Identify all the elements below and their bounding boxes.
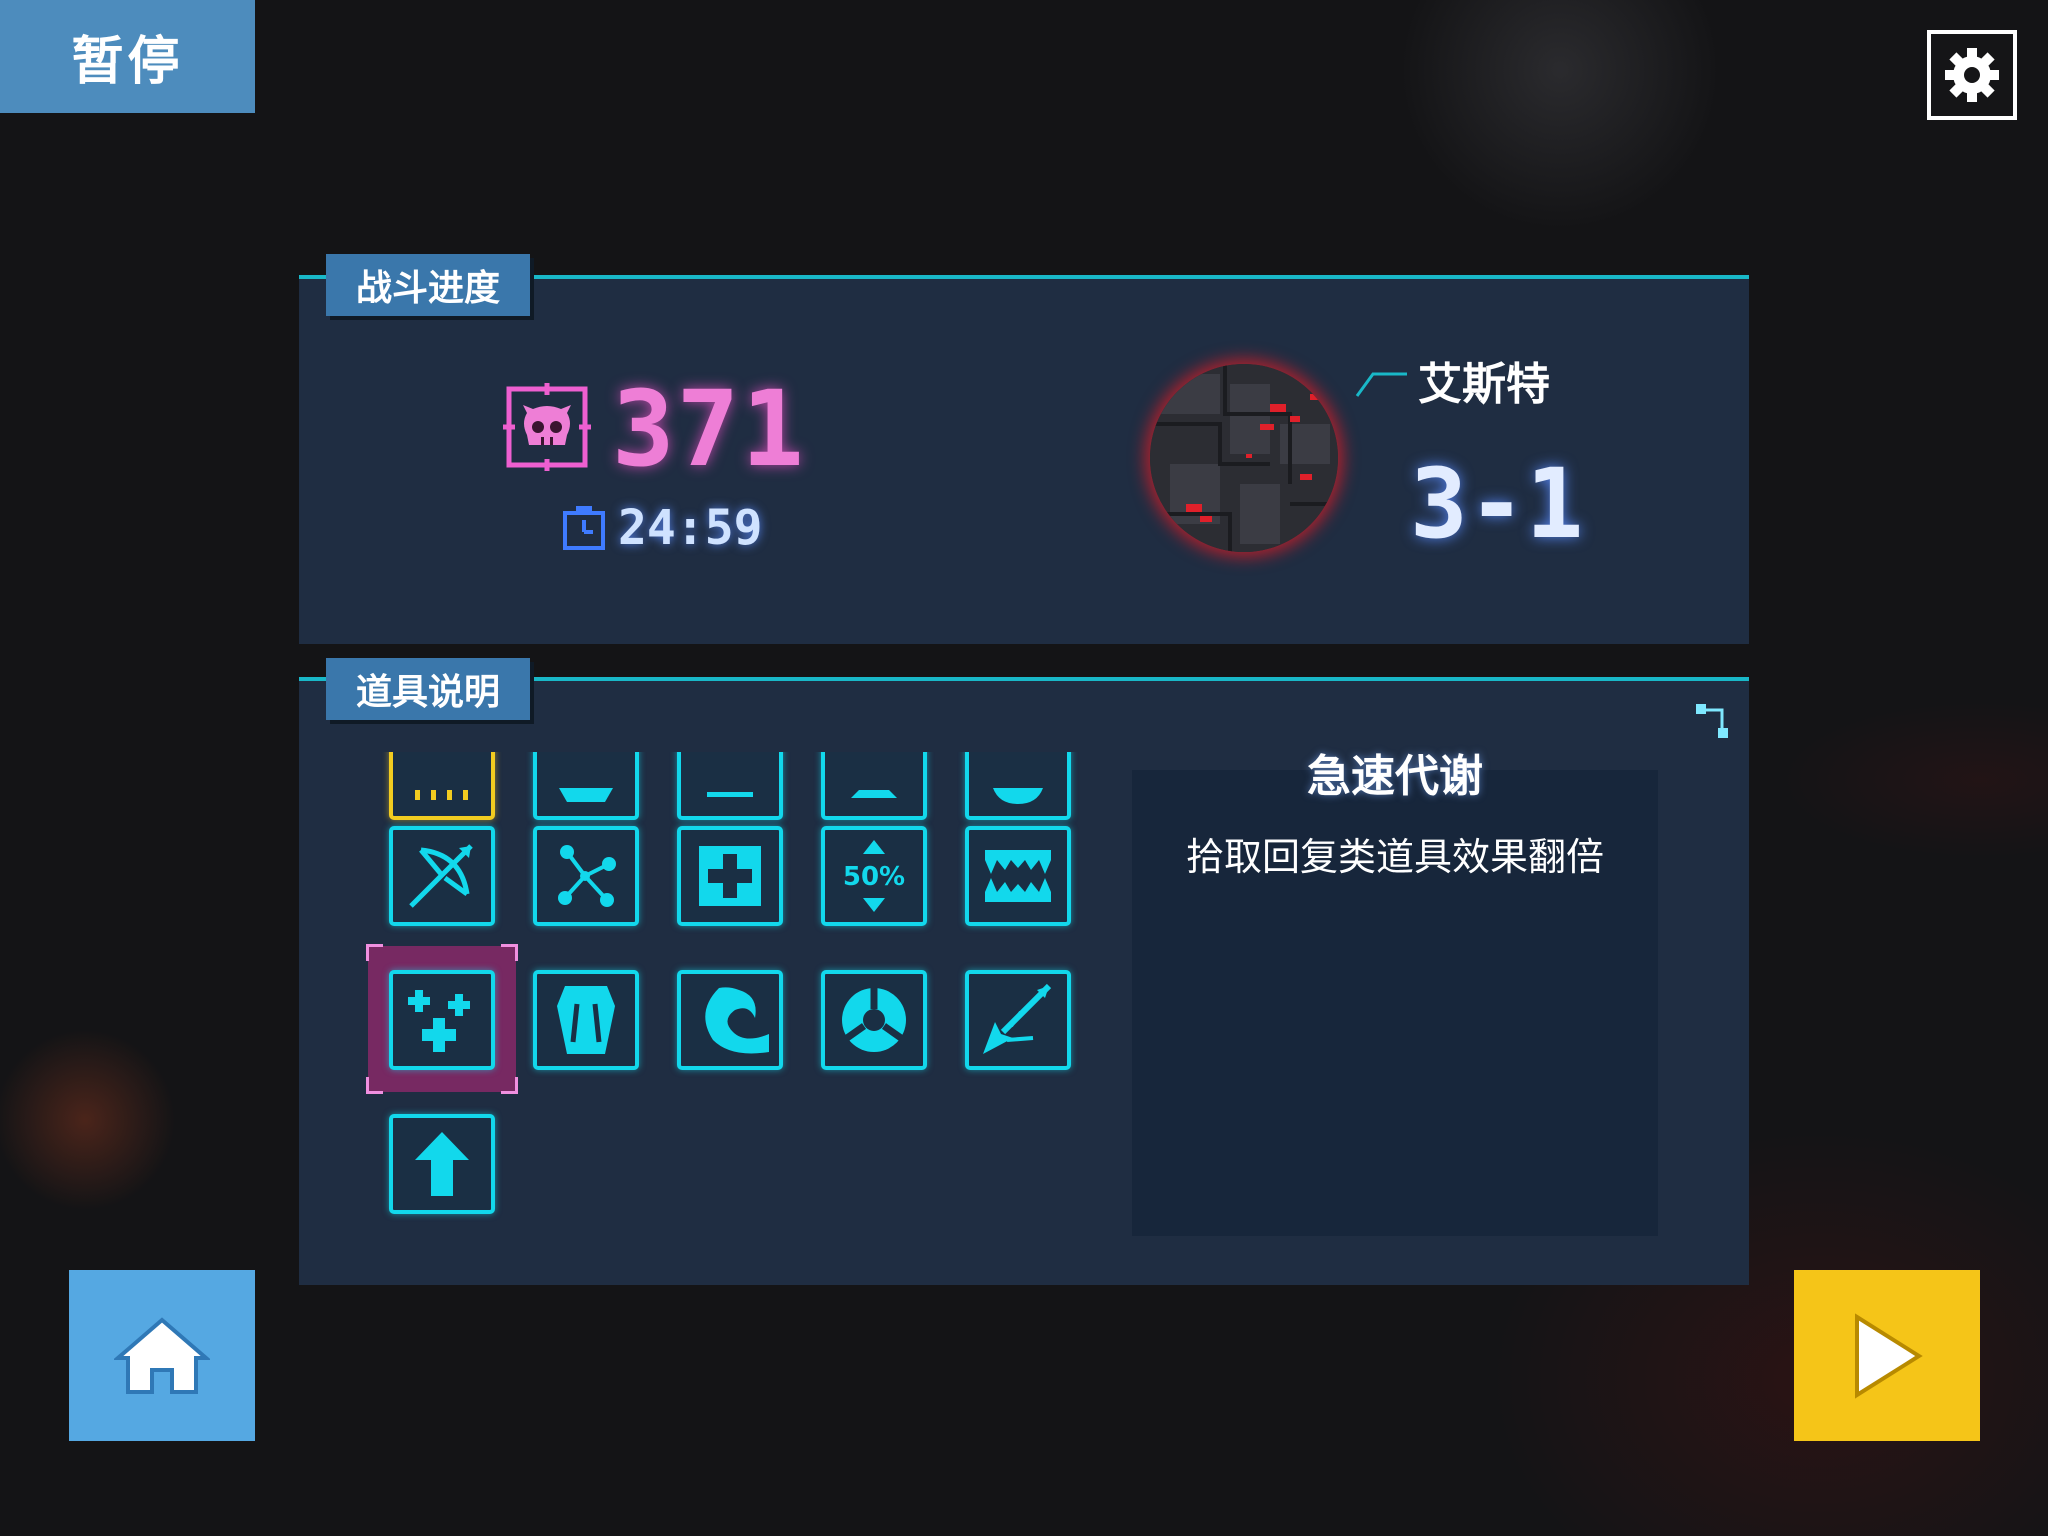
- pause-title: 暂停: [0, 0, 255, 113]
- network-item[interactable]: [533, 826, 639, 926]
- item-partial-3[interactable]: [677, 752, 783, 820]
- settings-button[interactable]: [1927, 30, 2017, 120]
- upgrade-arrow-icon: [415, 1132, 469, 1196]
- item-partial-2[interactable]: [533, 752, 639, 820]
- wave-icon: [705, 987, 769, 1054]
- medkit-item[interactable]: [677, 826, 783, 926]
- selected-item-description: 拾取回复类道具效果翻倍: [1185, 835, 1604, 879]
- skull-target-icon: [503, 383, 591, 471]
- battle-timer: 24:59: [618, 500, 763, 556]
- play-icon: [1855, 1312, 1923, 1399]
- sparkle-cross-icon: [408, 990, 470, 1052]
- sparkle-cross-item[interactable]: [389, 970, 495, 1070]
- item-partial-5[interactable]: [965, 752, 1071, 820]
- wave-item[interactable]: [677, 970, 783, 1070]
- svg-text:50%: 50%: [843, 862, 905, 892]
- battle-progress-title: 战斗进度: [326, 254, 530, 316]
- gear-icon: [1945, 48, 1999, 102]
- item-partial-4[interactable]: [821, 752, 927, 820]
- kill-count: 371: [612, 368, 806, 490]
- fifty-percent-item[interactable]: 50%: [821, 826, 927, 926]
- coffin-icon: [557, 986, 615, 1054]
- expand-corner-icon[interactable]: [1694, 702, 1730, 742]
- arrow-burst-item[interactable]: [965, 970, 1071, 1070]
- home-button[interactable]: [69, 1270, 255, 1441]
- arrow-burst-icon: [983, 983, 1052, 1054]
- stage-level: 3-1: [1410, 448, 1584, 560]
- upgrade-arrow-item[interactable]: [389, 1114, 495, 1214]
- stage-name: 艾斯特: [1418, 359, 1550, 410]
- crossbow-item[interactable]: [389, 826, 495, 926]
- resume-button[interactable]: [1794, 1270, 1980, 1441]
- selected-item-name: 急速代谢: [1307, 751, 1483, 802]
- item-gold-partial[interactable]: [389, 752, 495, 820]
- fangs-icon: [985, 850, 1051, 902]
- coffin-item[interactable]: [533, 970, 639, 1070]
- stage-map-thumbnail: [1150, 364, 1338, 552]
- shield-ring-icon: [842, 988, 906, 1052]
- home-icon: [114, 1316, 210, 1394]
- item-info-title: 道具说明: [326, 658, 530, 720]
- stopwatch-icon: [563, 506, 605, 550]
- shield-ring-item[interactable]: [821, 970, 927, 1070]
- fifty-percent-icon: 50%: [843, 840, 905, 912]
- fangs-item[interactable]: [965, 826, 1071, 926]
- network-nodes-icon: [558, 845, 616, 907]
- item-grid: 50%: [370, 752, 1100, 1232]
- stage-pointer-line: [1355, 372, 1407, 397]
- crossbow-icon: [409, 844, 473, 908]
- medkit-icon: [699, 846, 761, 906]
